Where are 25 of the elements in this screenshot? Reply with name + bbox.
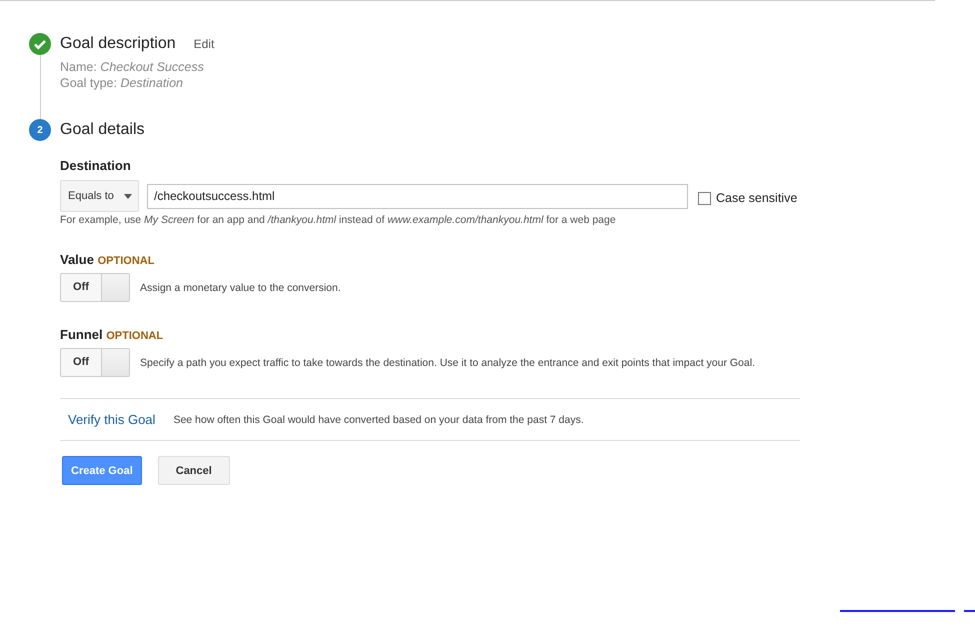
toggle-switch[interactable]: Off: [60, 348, 130, 377]
destination-field[interactable]: /checkoutsuccess.html: [147, 184, 688, 208]
verify-description: See how often this Goal would have converted based on your data from the past 7 days.: [173, 414, 584, 426]
check-icon: [29, 33, 51, 55]
step-title: Goal description: [60, 34, 176, 54]
detail-text: Goal type: Destination: [60, 75, 184, 91]
toggle-switch[interactable]: Off: [60, 273, 130, 302]
option-description: Specify a path you expect traffic to take towards the destination. Use it to analyze the entrance and exit points that impact your Goal.: [140, 356, 755, 368]
step-title: Goal details: [60, 120, 144, 140]
checkbox-label: Case sensitive: [716, 191, 798, 205]
detail-text: Name: Checkout Success: [60, 59, 205, 75]
section-heading: Value: [60, 252, 94, 267]
option-description: Assign a monetary value to the conversion.: [140, 282, 341, 294]
step-number: 2: [29, 119, 51, 141]
optional-tag: OPTIONAL: [106, 330, 164, 342]
cancel-button[interactable]: Cancel: [158, 456, 230, 485]
section-heading: Funnel: [60, 327, 103, 342]
section-heading: Destination: [60, 158, 132, 173]
match-dropdown[interactable]: Equals to: [60, 180, 139, 212]
checkbox[interactable]: [698, 192, 711, 204]
edit-link[interactable]: Edit: [194, 33, 214, 55]
optional-tag: OPTIONAL: [98, 255, 154, 267]
hint-text: For example, use My Screen for an app and /thankyou.html instead of www.example.com/thankyou.html for a web page: [60, 214, 617, 226]
verify-link[interactable]: Verify this Goal: [68, 412, 156, 427]
caret-icon: [124, 194, 132, 198]
